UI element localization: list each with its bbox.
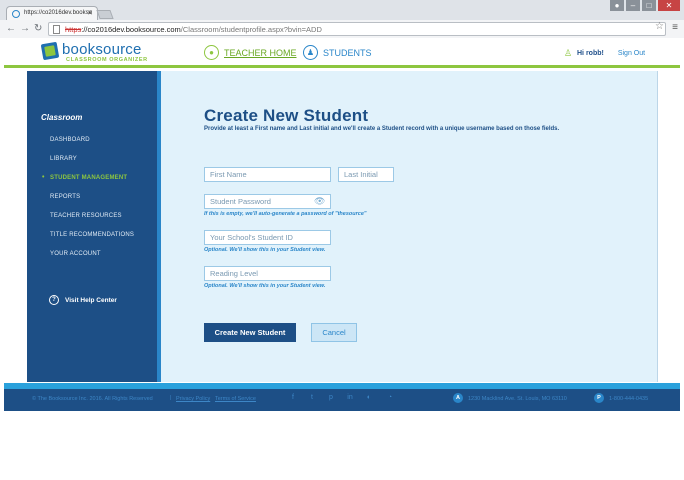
browser-toolbar: ← → ↻ https://co2016dev.booksource.com/C… <box>0 20 684 38</box>
main-content: Create New Student Provide at least a Fi… <box>161 71 657 382</box>
nav-students[interactable]: ♟ STUDENTS <box>303 45 372 60</box>
tab-strip: https://co2016dev.bookso ✕ ● – □ ✕ <box>0 0 684 21</box>
close-window-icon[interactable]: ✕ <box>658 0 680 11</box>
user-icon: ♙ <box>564 48 573 58</box>
twitter-icon[interactable]: t <box>307 393 317 403</box>
terms-of-service-link[interactable]: Terms of Service <box>215 396 256 402</box>
window-controls: ● – □ ✕ <box>610 0 680 11</box>
facebook-icon[interactable]: f <box>288 393 298 403</box>
chat-icon[interactable]: ◔ <box>385 393 395 403</box>
browser-chrome: https://co2016dev.bookso ✕ ● – □ ✕ ← → ↻… <box>0 0 684 38</box>
sidebar-item-dashboard[interactable]: DASHBOARD <box>50 137 90 143</box>
sidebar-item-reports[interactable]: REPORTS <box>50 194 80 200</box>
address-bar[interactable]: https://co2016dev.booksource.com/Classro… <box>48 22 666 36</box>
help-center-link[interactable]: ? Visit Help Center <box>49 295 117 305</box>
student-password-input[interactable] <box>204 194 331 209</box>
browser-tab[interactable]: https://co2016dev.bookso ✕ <box>6 6 98 21</box>
user-area: ♙ Hi robb! Sign Out <box>564 48 645 58</box>
greeting: Hi robb! <box>577 49 604 57</box>
address-badge-icon: A <box>453 393 463 403</box>
back-arrow-icon[interactable]: ← <box>6 23 16 35</box>
footer-phone[interactable]: 1-800-444-0435 <box>609 396 648 402</box>
footer-address: 1230 Macklind Ave. St. Louis, MO 63110 <box>468 396 567 402</box>
show-password-eye-icon[interactable]: 👁 <box>314 196 325 207</box>
reading-level-input[interactable] <box>204 266 331 281</box>
apple-icon: ● <box>204 45 219 60</box>
url-scheme: https <box>65 25 82 34</box>
nav-teacher-home-label: TEACHER HOME <box>224 47 297 58</box>
students-icon: ♟ <box>303 45 318 60</box>
sidebar-title: Classroom <box>41 113 83 122</box>
help-question-icon: ? <box>49 295 59 305</box>
nav-teacher-home[interactable]: ● TEACHER HOME <box>204 45 297 60</box>
reload-icon[interactable]: ↻ <box>34 23 42 35</box>
last-initial-input[interactable] <box>338 167 394 182</box>
favicon-icon <box>12 10 20 18</box>
new-tab-button[interactable] <box>96 10 114 19</box>
first-name-input[interactable] <box>204 167 331 182</box>
sidebar-item-student-management[interactable]: STUDENT MANAGEMENT <box>42 174 127 181</box>
user-profile-icon[interactable]: ● <box>610 0 624 11</box>
reading-level-hint: Optional. We'll show this in your Studen… <box>204 283 326 289</box>
url-path: /Classroom/studentprofile.aspx?bvin=ADD <box>180 25 322 34</box>
page-title: Create New Student <box>204 106 369 125</box>
blog-icon[interactable]: ◐ <box>364 393 374 403</box>
cancel-button[interactable]: Cancel <box>311 323 357 342</box>
help-center-label: Visit Help Center <box>65 296 117 304</box>
school-id-hint: Optional. We'll show this in your Studen… <box>204 247 326 253</box>
school-student-id-input[interactable] <box>204 230 331 245</box>
sidebar-item-title-recommendations[interactable]: TITLE RECOMMENDATIONS <box>50 232 134 238</box>
browser-menu-icon[interactable]: ≡ <box>672 22 678 33</box>
forward-arrow-icon[interactable]: → <box>20 23 30 35</box>
logo-subtitle: CLASSROOM ORGANIZER <box>66 57 148 63</box>
sidebar-item-library[interactable]: LIBRARY <box>50 156 77 162</box>
sidebar: Classroom DASHBOARD LIBRARY STUDENT MANA… <box>27 71 157 382</box>
sidebar-item-teacher-resources[interactable]: TEACHER RESOURCES <box>50 213 122 219</box>
bookmark-star-icon[interactable]: ☆ <box>655 21 664 32</box>
nav-students-label: STUDENTS <box>323 47 372 58</box>
close-tab-icon[interactable]: ✕ <box>87 9 93 17</box>
footer-separator: | <box>170 395 172 401</box>
logo-text[interactable]: booksource <box>62 41 142 58</box>
sidebar-item-your-account[interactable]: YOUR ACCOUNT <box>50 251 101 257</box>
privacy-policy-link[interactable]: Privacy Policy <box>176 396 210 402</box>
page-icon <box>53 25 60 34</box>
linkedin-icon[interactable]: in <box>345 393 355 403</box>
form-description: Provide at least a First name and Last i… <box>204 126 560 132</box>
password-hint: If this is empty, we'll auto-generate a … <box>204 211 367 217</box>
tab-title: https://co2016dev.bookso <box>24 10 92 16</box>
create-student-button[interactable]: Create New Student <box>204 323 296 342</box>
maximize-icon[interactable]: □ <box>642 0 656 11</box>
page-body: Classroom DASHBOARD LIBRARY STUDENT MANA… <box>4 71 680 383</box>
site-footer: © The Booksource Inc. 2016. All Rights R… <box>4 389 680 411</box>
booksource-logo-icon[interactable] <box>40 41 60 61</box>
site-header: booksource CLASSROOM ORGANIZER ● TEACHER… <box>4 38 680 68</box>
minimize-icon[interactable]: – <box>626 0 640 11</box>
phone-badge-icon: P <box>594 393 604 403</box>
pinterest-icon[interactable]: p <box>326 393 336 403</box>
sign-out-link[interactable]: Sign Out <box>618 50 645 57</box>
url-host: ://co2016dev.booksource.com <box>81 25 181 34</box>
content-edge <box>657 71 658 382</box>
copyright-text: © The Booksource Inc. 2016. All Rights R… <box>32 396 153 402</box>
